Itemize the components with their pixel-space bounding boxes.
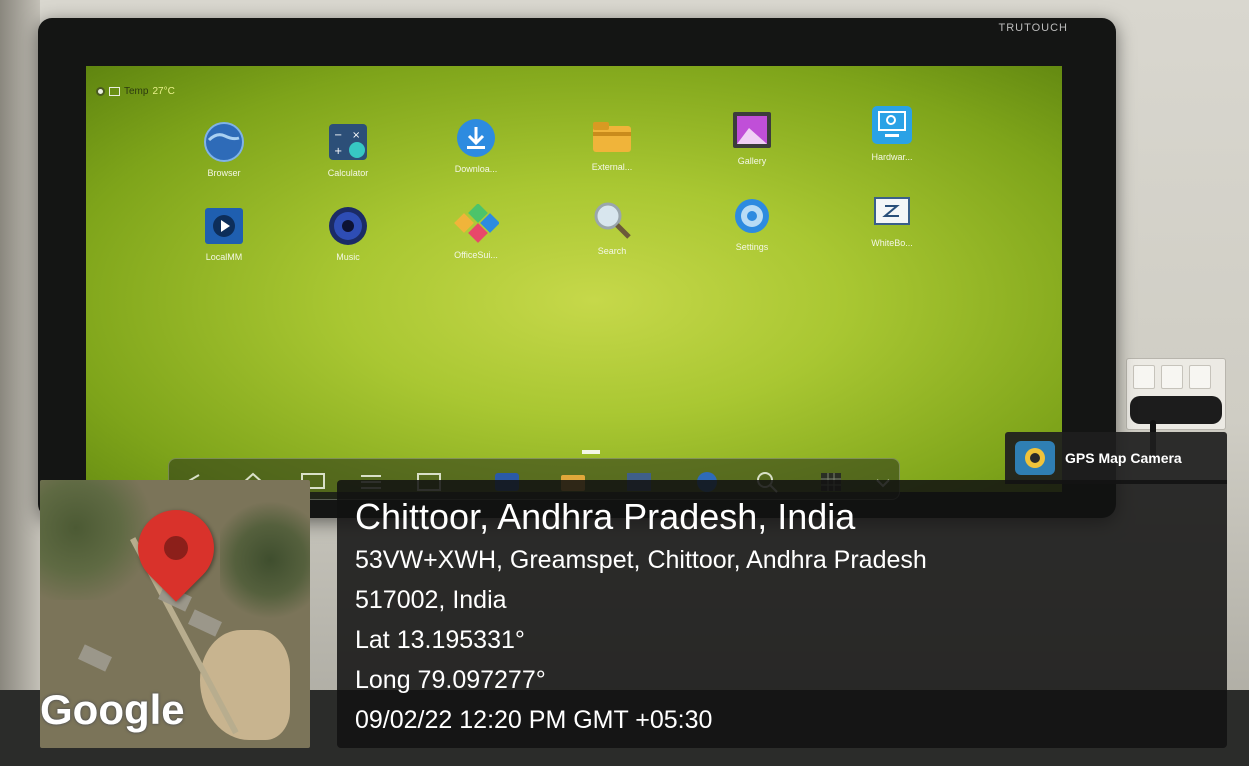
- app-label: Gallery: [737, 156, 767, 166]
- magnifier-icon: [589, 200, 635, 240]
- gps-camera-icon: [1015, 441, 1055, 475]
- map-building: [188, 609, 222, 637]
- gps-app-tag: GPS Map Camera: [1005, 432, 1227, 484]
- monitor-brand: TRUTOUCH: [998, 22, 1068, 34]
- map-vegetation: [220, 500, 310, 620]
- app-whiteboard[interactable]: WhiteBo...: [846, 192, 938, 248]
- download-icon: [453, 118, 499, 158]
- left-wall-edge: [0, 0, 40, 766]
- app-label: Music: [336, 252, 360, 262]
- status-bar: Temp 27°C: [96, 86, 175, 97]
- wall-switch: [1161, 365, 1183, 389]
- svg-text:+: +: [334, 146, 342, 157]
- calculator-icon: − × +: [325, 122, 371, 162]
- status-indicator-icon: [96, 87, 105, 96]
- app-label: OfficeSui...: [454, 250, 498, 260]
- app-music[interactable]: Music: [302, 206, 394, 262]
- app-browser[interactable]: Browser: [178, 122, 270, 178]
- location-title: Chittoor, Andhra Pradesh, India: [355, 496, 856, 537]
- touch-monitor: TRUTOUCH Temp 27°C Browser − × + Calculator…: [38, 18, 1116, 518]
- app-label: Settings: [735, 242, 769, 252]
- address-line-1: 53VW+XWH, Greamspet, Chittoor, Andhra Pr…: [355, 546, 927, 574]
- app-localmm[interactable]: LocalMM: [178, 206, 270, 262]
- location-pin-center: [164, 536, 188, 560]
- app-label: LocalMM: [205, 252, 243, 262]
- office-suite-icon: [453, 203, 500, 244]
- app-label: Browser: [207, 168, 241, 178]
- folder-icon: [589, 116, 635, 156]
- globe-icon: [201, 122, 247, 162]
- address-line-2: 517002, India: [355, 586, 507, 614]
- app-officesuite[interactable]: OfficeSui...: [430, 203, 522, 260]
- temp-label: Temp: [124, 86, 149, 97]
- screen-status-icon: [109, 87, 120, 96]
- media-player-icon: [201, 206, 247, 246]
- app-label: Search: [597, 246, 627, 256]
- app-label: External...: [591, 162, 633, 172]
- hardware-icon: [869, 106, 915, 146]
- gallery-icon: [729, 110, 775, 150]
- wall-switch: [1189, 365, 1211, 389]
- map-building: [78, 644, 112, 672]
- map-provider-logo: Google: [40, 686, 185, 733]
- latitude: Lat 13.195331°: [355, 626, 525, 654]
- app-label: WhiteBo...: [871, 238, 913, 248]
- app-label: Hardwar...: [871, 152, 913, 162]
- wall-switch: [1133, 365, 1155, 389]
- whiteboard-icon: [869, 192, 915, 232]
- temp-value: 27°C: [152, 86, 175, 97]
- app-downloads[interactable]: Downloa...: [430, 118, 522, 174]
- power-plug: [1130, 396, 1222, 424]
- android-home-screen: Temp 27°C Browser − × + Calculator Downloa.…: [86, 66, 1062, 492]
- app-search[interactable]: Search: [566, 200, 658, 256]
- location-map-thumbnail: Google: [40, 480, 310, 748]
- longitude: Long 79.097277°: [355, 666, 546, 694]
- page-indicator: [582, 450, 600, 454]
- svg-text:×: ×: [352, 130, 360, 141]
- speaker-icon: [325, 206, 371, 246]
- gps-app-name: GPS Map Camera: [1065, 450, 1182, 466]
- svg-text:−: −: [334, 130, 342, 141]
- app-settings[interactable]: Settings: [706, 196, 798, 252]
- gps-info-panel: Chittoor, Andhra Pradesh, India 53VW+XWH…: [337, 480, 1227, 748]
- app-external[interactable]: External...: [566, 116, 658, 172]
- app-hardware[interactable]: Hardwar...: [846, 106, 938, 162]
- app-label: Calculator: [327, 168, 369, 178]
- app-gallery[interactable]: Gallery: [706, 110, 798, 166]
- timestamp: 09/02/22 12:20 PM GMT +05:30: [355, 706, 713, 734]
- gear-icon: [729, 196, 775, 236]
- app-calculator[interactable]: − × + Calculator: [302, 122, 394, 178]
- app-label: Downloa...: [454, 164, 498, 174]
